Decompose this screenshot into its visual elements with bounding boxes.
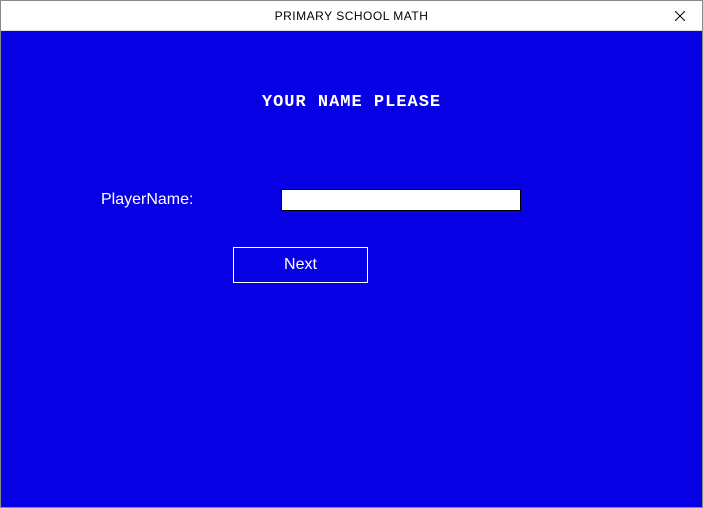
app-window: PRIMARY SCHOOL MATH YOUR NAME PLEASE Pla… xyxy=(0,0,703,508)
close-icon xyxy=(675,11,685,21)
next-button[interactable]: Next xyxy=(233,247,368,283)
player-name-row: PlayerName: xyxy=(101,189,602,211)
content-area: YOUR NAME PLEASE PlayerName: Next xyxy=(1,31,702,507)
close-button[interactable] xyxy=(657,1,702,31)
title-bar: PRIMARY SCHOOL MATH xyxy=(1,1,702,31)
window-title: PRIMARY SCHOOL MATH xyxy=(275,9,429,23)
page-heading: YOUR NAME PLEASE xyxy=(1,93,702,112)
player-name-label: PlayerName: xyxy=(101,191,281,209)
player-name-input[interactable] xyxy=(281,189,521,211)
